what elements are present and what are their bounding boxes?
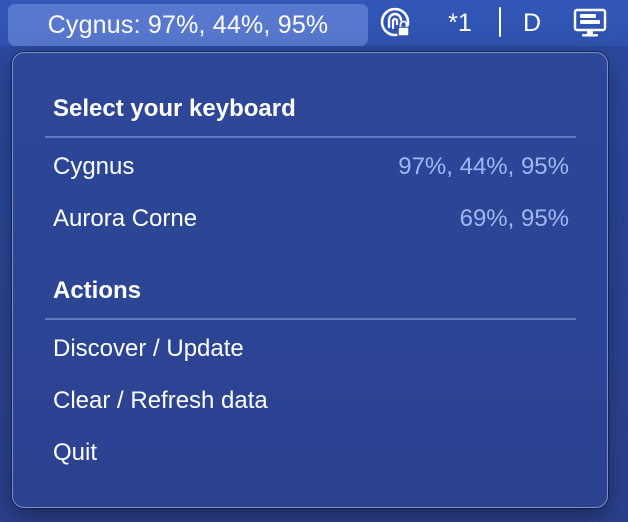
star-indicator[interactable]: *1	[440, 6, 480, 40]
keyboard-name: Cygnus	[53, 153, 135, 180]
action-quit[interactable]: Quit	[41, 431, 581, 475]
actions-section-separator	[45, 318, 576, 320]
action-label: Clear / Refresh data	[53, 387, 268, 414]
keyboard-name: Aurora Corne	[53, 205, 198, 232]
input-source-letter: D	[522, 8, 542, 37]
action-label: Discover / Update	[53, 335, 244, 362]
status-item-label: Cygnus: 97%, 44%, 95%	[47, 10, 329, 39]
menu-bar-divider	[499, 7, 501, 37]
display-icon[interactable]	[570, 6, 610, 40]
action-discover-update[interactable]: Discover / Update	[41, 327, 581, 371]
lock-fingerprint-icon[interactable]	[376, 6, 416, 40]
dropdown-menu: Select your keyboard Cygnus 97%, 44%, 95…	[12, 52, 608, 508]
keyboard-battery-levels: 97%, 44%, 95%	[398, 153, 569, 180]
keyboard-section-separator	[45, 136, 576, 138]
action-clear-refresh[interactable]: Clear / Refresh data	[41, 379, 581, 423]
input-source-indicator[interactable]: D	[516, 6, 548, 40]
action-label: Quit	[53, 439, 98, 466]
status-item-battery[interactable]: Cygnus: 97%, 44%, 95%	[8, 4, 368, 46]
keyboard-battery-levels: 69%, 95%	[459, 205, 569, 232]
keyboard-section-heading: Select your keyboard	[53, 95, 296, 122]
actions-section-heading: Actions	[53, 277, 142, 304]
menu-bar: Cygnus: 97%, 44%, 95% *1 D	[0, 0, 628, 46]
star-indicator-text: *1	[448, 8, 472, 37]
keyboard-item-aurora-corne[interactable]: Aurora Corne 69%, 95%	[41, 197, 581, 241]
keyboard-item-cygnus[interactable]: Cygnus 97%, 44%, 95%	[41, 145, 581, 189]
